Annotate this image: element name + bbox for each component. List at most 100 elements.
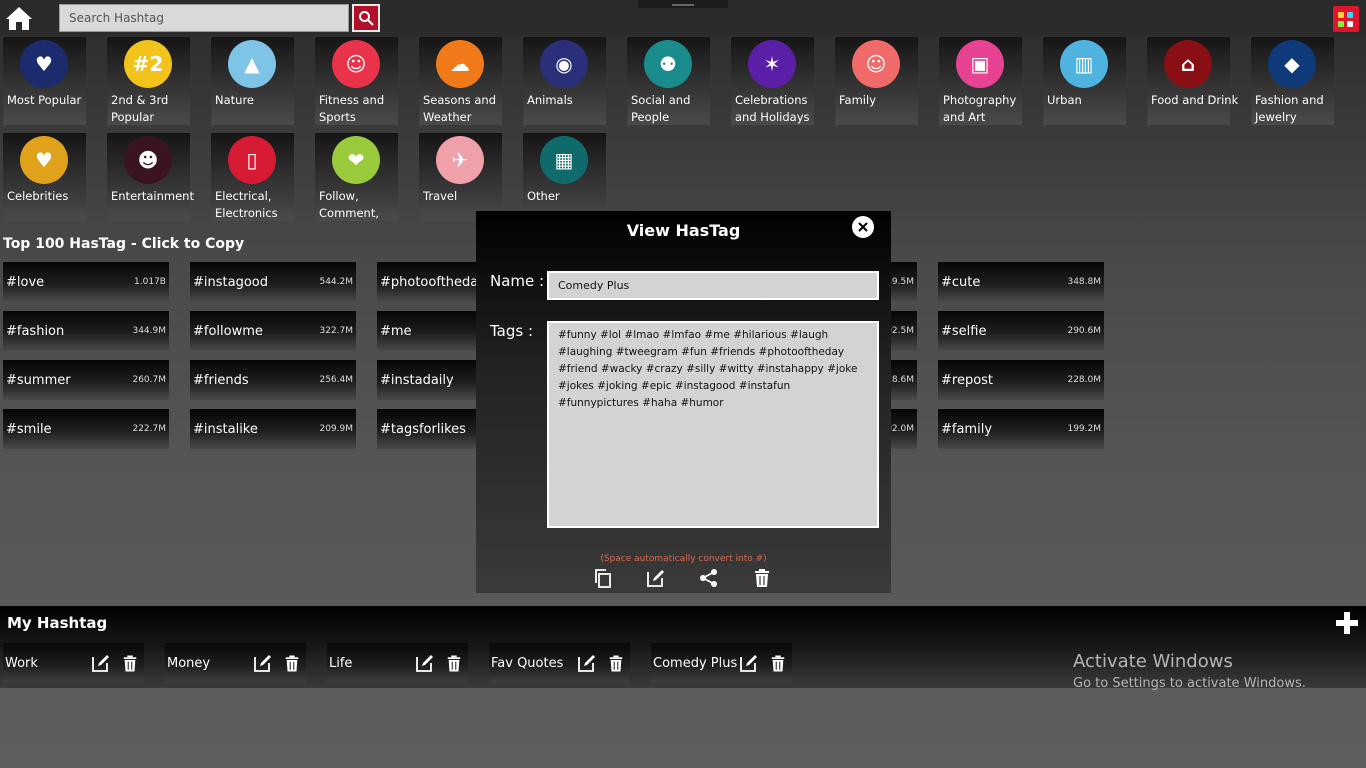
hashtag-count: 260.7M xyxy=(132,375,166,385)
search-button[interactable] xyxy=(352,4,380,32)
hashtag-card[interactable]: #smile 222.7M xyxy=(3,409,169,449)
category-tile[interactable]: ❤ Follow, Comment, xyxy=(315,133,398,221)
theatre-masks-icon: ☻ xyxy=(124,136,172,184)
category-label: Other xyxy=(527,189,560,203)
hashtag-card[interactable]: #family 199.2M xyxy=(938,409,1104,449)
category-tile[interactable]: ▣ Photography and Art xyxy=(939,37,1022,125)
category-label: Seasons and Weather xyxy=(423,93,497,124)
share-icon xyxy=(700,569,717,587)
my-hashtag-name[interactable]: Fav Quotes xyxy=(491,656,563,671)
hashtag-card[interactable]: #followme 322.7M xyxy=(190,311,356,351)
hashtag-card[interactable]: #instalike 209.9M xyxy=(190,409,356,449)
category-tile[interactable]: ▲ Nature xyxy=(211,37,294,125)
hashtag-name: #followme xyxy=(193,324,263,339)
social-like-icon: ❤ xyxy=(332,136,380,184)
airplane-icon: ✈ xyxy=(436,136,484,184)
hashtag-card[interactable]: #instagood 544.2M xyxy=(190,262,356,302)
category-tile[interactable]: #2 2nd & 3rd Popular xyxy=(107,37,190,125)
category-label: Entertainment xyxy=(111,189,194,203)
edit-button[interactable] xyxy=(645,567,667,589)
trash-icon xyxy=(123,655,137,671)
home-button[interactable] xyxy=(4,3,34,33)
copy-icon xyxy=(595,569,611,588)
edit-button[interactable] xyxy=(253,653,273,673)
edit-icon xyxy=(740,655,757,672)
search-icon xyxy=(359,11,374,26)
category-tile[interactable]: ☁ Seasons and Weather xyxy=(419,37,502,125)
hashtag-name: #instalike xyxy=(193,422,258,437)
drag-handle[interactable] xyxy=(638,0,728,8)
hashtag-card[interactable]: #love 1.017B xyxy=(3,262,169,302)
hashtag-name: #me xyxy=(380,324,412,339)
delete-button[interactable] xyxy=(120,653,140,673)
search-input[interactable] xyxy=(59,4,349,32)
category-tile[interactable]: ⌂ Food and Drink xyxy=(1147,37,1238,125)
category-tile[interactable]: ◉ Animals xyxy=(523,37,606,125)
category-label: Food and Drink xyxy=(1151,93,1239,107)
edit-icon xyxy=(416,655,433,672)
hashtag-card[interactable]: #friends 256.4M xyxy=(190,360,356,400)
top100-title: Top 100 HasTag - Click to Copy xyxy=(3,236,245,252)
category-tile[interactable]: ♥ Most Popular xyxy=(3,37,86,125)
hashtag-name: #smile xyxy=(6,422,52,437)
share-button[interactable] xyxy=(698,567,720,589)
category-label: 2nd & 3rd Popular xyxy=(111,93,169,124)
edit-button[interactable] xyxy=(91,653,111,673)
hashtag-card[interactable]: #selfie 290.6M xyxy=(938,311,1104,351)
category-tile[interactable]: ✈ Travel xyxy=(419,133,502,221)
delete-button[interactable] xyxy=(768,653,788,673)
hashtag-card[interactable]: #fashion 344.9M xyxy=(3,311,169,351)
hashtag-card[interactable]: #cute 348.8M xyxy=(938,262,1104,302)
category-tile[interactable]: ☺ Family xyxy=(835,37,918,125)
category-tile[interactable]: ☺ Fitness and Sports xyxy=(315,37,398,125)
my-hashtag-name[interactable]: Work xyxy=(5,656,38,671)
category-tile[interactable]: ☻ Entertainment xyxy=(107,133,194,221)
edit-button[interactable] xyxy=(415,653,435,673)
camera-icon: ▣ xyxy=(956,40,1004,88)
my-hashtag-name[interactable]: Money xyxy=(167,656,210,671)
hashtag-count: 228.0M xyxy=(1067,375,1101,385)
edit-button[interactable] xyxy=(577,653,597,673)
devices-icon: ▯ xyxy=(228,136,276,184)
category-tile[interactable]: ▯ Electrical, Electronics xyxy=(211,133,294,221)
category-tile[interactable]: ✶ Celebrations and Holidays xyxy=(731,37,814,125)
category-tile[interactable]: ◆ Fashion and Jewelry xyxy=(1251,37,1334,125)
category-tile[interactable]: ⚉ Social and People xyxy=(627,37,710,125)
close-button[interactable] xyxy=(852,216,874,238)
owl-icon: ◉ xyxy=(540,40,588,88)
my-hashtag-name[interactable]: Comedy Plus xyxy=(653,656,737,671)
name-field[interactable] xyxy=(547,271,879,300)
hashtag-count: 256.4M xyxy=(319,375,353,385)
delete-button[interactable] xyxy=(606,653,626,673)
my-hashtag-name[interactable]: Life xyxy=(329,656,352,671)
category-tile[interactable]: ♥ Celebrities xyxy=(3,133,86,221)
gift-icon: ▦ xyxy=(540,136,588,184)
hashtag-count: 322.7M xyxy=(319,326,353,336)
hashtag-card[interactable]: #repost 228.0M xyxy=(938,360,1104,400)
tags-label: Tags : xyxy=(490,322,534,340)
delete-button[interactable] xyxy=(282,653,302,673)
celebrity-couple-icon: ♥ xyxy=(20,136,68,184)
name-label: Name : xyxy=(490,272,545,290)
tags-field[interactable]: #funny #lol #lmao #lmfao #me #hilarious … xyxy=(547,321,879,528)
category-label: Celebrations and Holidays xyxy=(735,93,810,124)
hashtag-count: 1.017B xyxy=(134,277,166,287)
add-hashtag-button[interactable] xyxy=(1336,612,1358,634)
hashtag-card[interactable]: #summer 260.7M xyxy=(3,360,169,400)
category-tile[interactable]: ▦ Other xyxy=(523,133,606,221)
hint-text: (Space automatically convert into #) xyxy=(600,554,767,564)
app-logo[interactable] xyxy=(1333,6,1359,32)
category-tile[interactable]: ▥ Urban xyxy=(1043,37,1126,125)
category-label: Fashion and Jewelry xyxy=(1255,93,1324,124)
trash-icon xyxy=(755,569,769,587)
hashtag-name: #friends xyxy=(193,373,249,388)
foam-finger-icon: #2 xyxy=(124,40,172,88)
delete-button[interactable] xyxy=(751,567,773,589)
copy-button[interactable] xyxy=(592,567,614,589)
delete-button[interactable] xyxy=(444,653,464,673)
edit-button[interactable] xyxy=(739,653,759,673)
category-label: Family xyxy=(839,93,877,107)
hashtag-name: #cute xyxy=(941,275,981,290)
view-hashtag-dialog: View HasTag Name : Tags : #funny #lol #l… xyxy=(476,211,891,593)
plus-icon xyxy=(1336,612,1358,634)
